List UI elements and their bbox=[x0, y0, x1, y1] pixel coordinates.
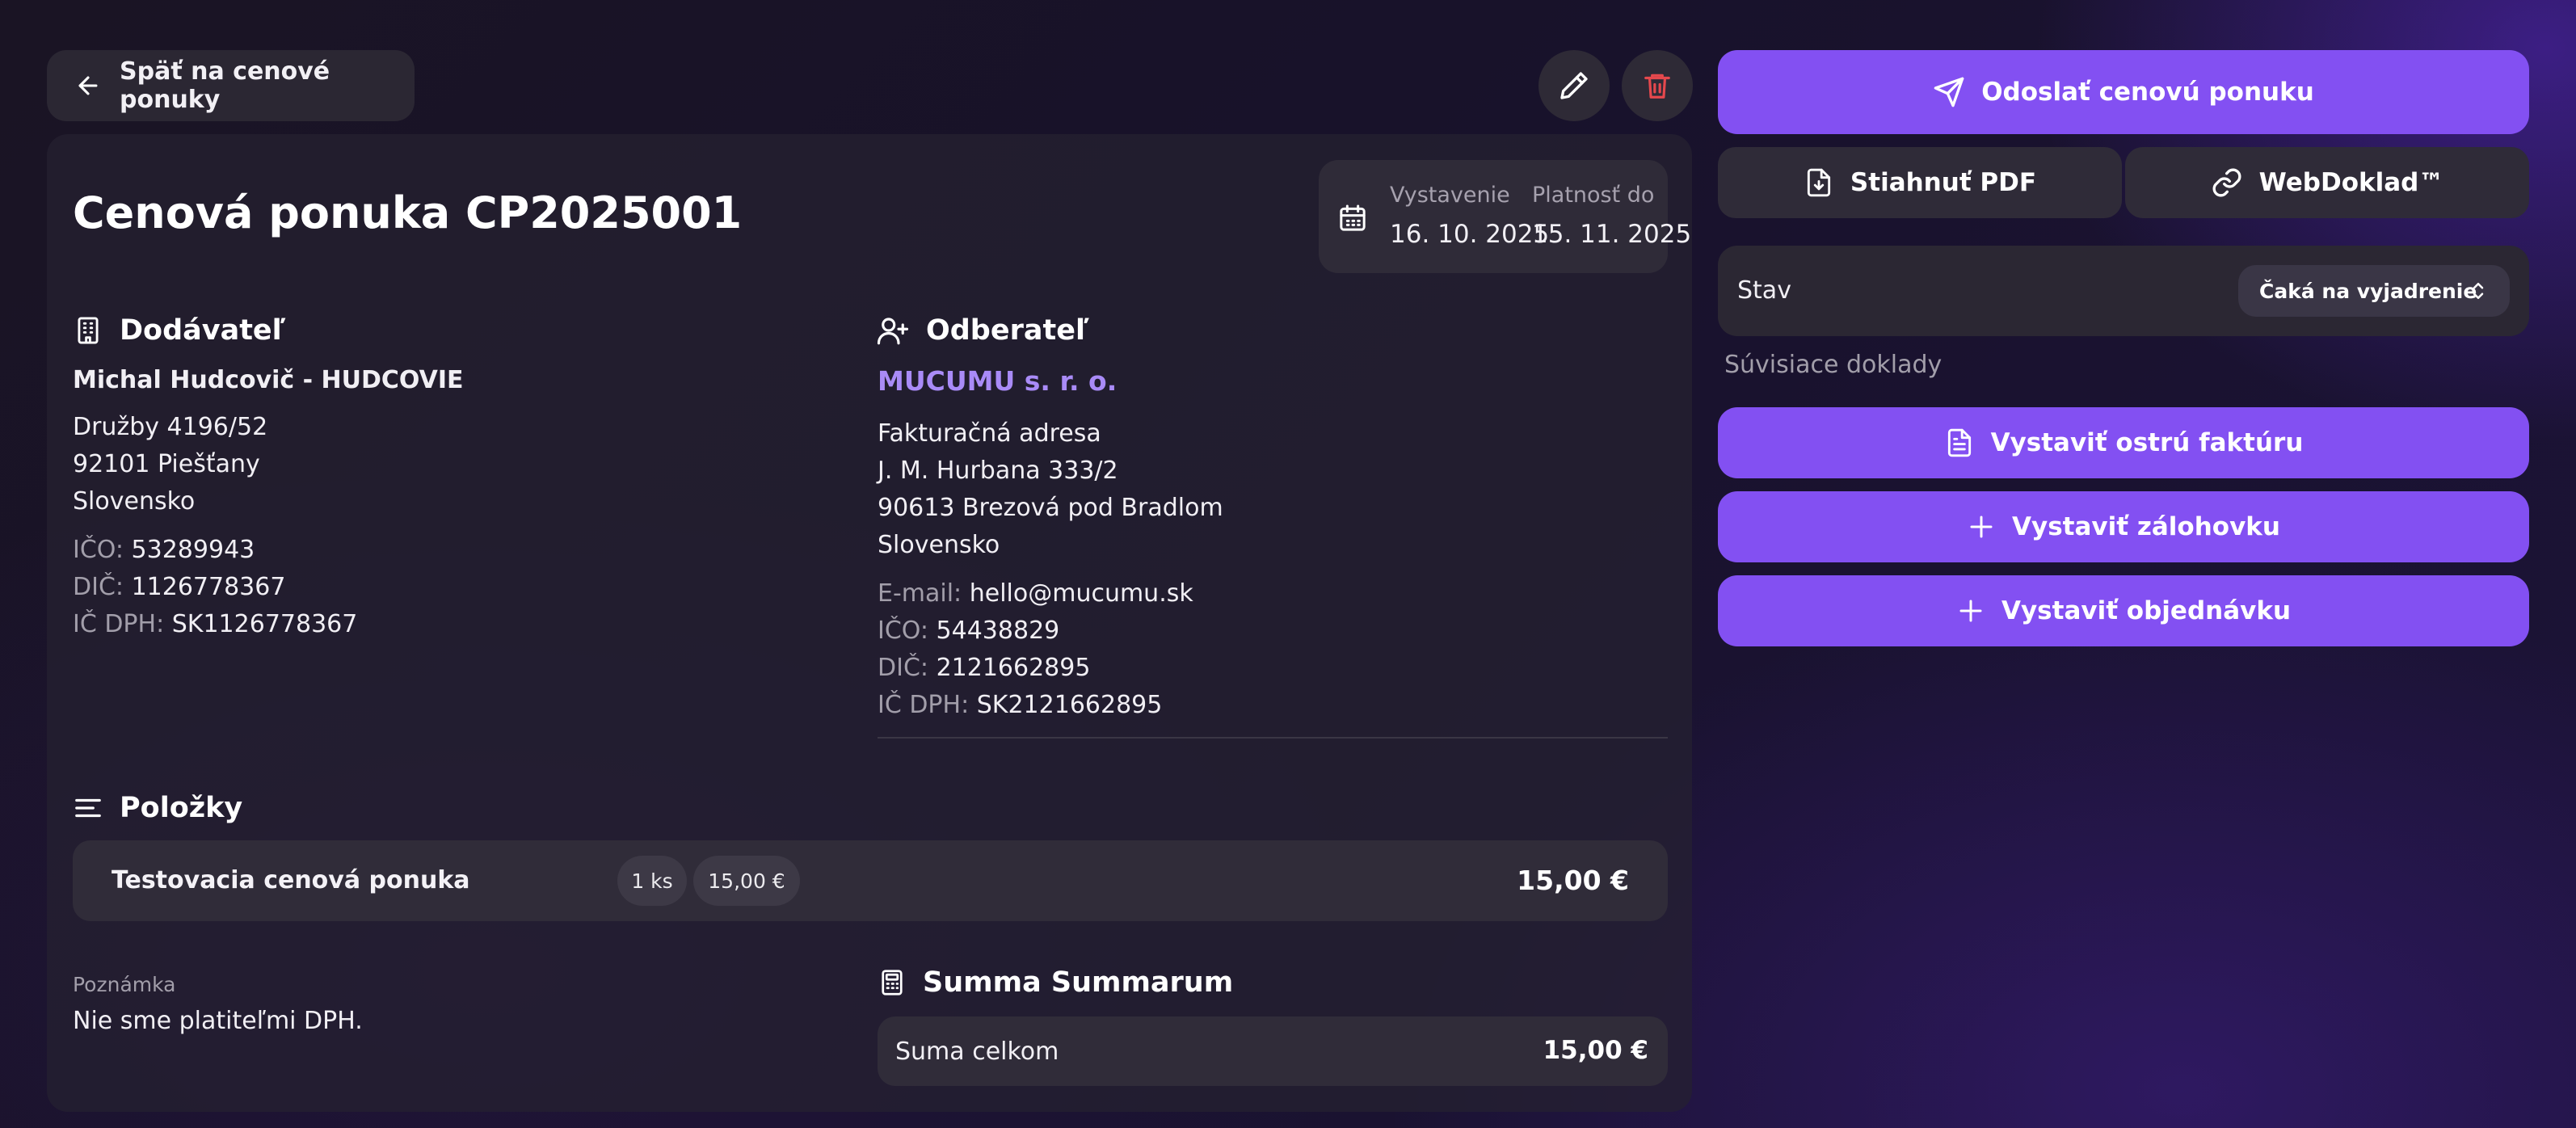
issue-order-label: Vystaviť objednávku bbox=[2001, 596, 2292, 625]
supplier-dic-value: 1126778367 bbox=[131, 573, 286, 601]
customer-heading-label: Odberateľ bbox=[926, 314, 1089, 347]
customer-email-value[interactable]: hello@mucumu.sk bbox=[970, 579, 1193, 608]
customer-ico: IČO: 54438829 bbox=[878, 612, 1059, 650]
download-pdf-label: Stiahnuť PDF bbox=[1850, 168, 2037, 197]
total-value: 15,00 € bbox=[1543, 1036, 1648, 1065]
dates-box bbox=[1319, 160, 1668, 273]
summary-heading: Summa Summarum bbox=[878, 966, 1233, 999]
supplier-city: 92101 Piešťany bbox=[73, 450, 260, 478]
send-quote-label: Odoslať cenovú ponuku bbox=[1981, 78, 2314, 107]
customer-icdph: IČ DPH: SK2121662895 bbox=[878, 687, 1162, 724]
customer-dic-value: 2121662895 bbox=[936, 654, 1091, 682]
customer-email-label: E-mail: bbox=[878, 579, 962, 608]
supplier-icdph-value: SK1126778367 bbox=[171, 610, 358, 638]
issue-invoice-label: Vystaviť ostrú faktúru bbox=[1990, 428, 2304, 457]
billing-address-label: Fakturačná adresa bbox=[878, 419, 1101, 448]
status-label: Stav bbox=[1737, 276, 1791, 305]
customer-dic: DIČ: 2121662895 bbox=[878, 650, 1090, 687]
valid-until-label: Platnosť do bbox=[1532, 183, 1655, 208]
supplier-country: Slovensko bbox=[73, 487, 196, 516]
customer-icdph-label: IČ DPH: bbox=[878, 691, 970, 719]
status-value: Čaká na vyjadrenie bbox=[2259, 279, 2477, 303]
supplier-heading-label: Dodávateľ bbox=[120, 314, 286, 347]
plus-icon bbox=[1956, 596, 1985, 625]
supplier-ico: IČO: 53289943 bbox=[73, 532, 255, 569]
download-pdf-button[interactable]: Stiahnuť PDF bbox=[1718, 147, 2122, 218]
send-quote-button[interactable]: Odoslať cenovú ponuku bbox=[1718, 50, 2529, 134]
summary-heading-label: Summa Summarum bbox=[923, 966, 1234, 999]
document-icon bbox=[1944, 427, 1975, 459]
webdoklad-button[interactable]: WebDoklad™ bbox=[2125, 147, 2529, 218]
valid-until-value: 15. 11. 2025 bbox=[1532, 220, 1692, 249]
item-qty-badge: 1 ks bbox=[617, 856, 687, 906]
customer-ico-label: IČO: bbox=[878, 617, 928, 645]
related-docs-label: Súvisiace doklady bbox=[1724, 351, 1943, 379]
customer-icdph-value: SK2121662895 bbox=[976, 691, 1163, 719]
item-name: Testovacia cenová ponuka bbox=[112, 866, 470, 894]
link-icon bbox=[2211, 166, 2243, 199]
supplier-icdph-label: IČ DPH: bbox=[73, 610, 165, 638]
pencil-icon bbox=[1558, 69, 1590, 102]
items-heading-label: Položky bbox=[120, 792, 243, 824]
chevron-up-down-icon bbox=[2466, 278, 2490, 304]
status-select[interactable]: Čaká na vyjadrenie bbox=[2238, 265, 2510, 317]
back-button-label: Späť na cenové ponuky bbox=[120, 57, 330, 114]
supplier-dic: DIČ: 1126778367 bbox=[73, 569, 285, 606]
issued-label: Vystavenie bbox=[1390, 183, 1510, 208]
supplier-icdph: IČ DPH: SK1126778367 bbox=[73, 606, 357, 643]
item-total: 15,00 € bbox=[1517, 865, 1629, 896]
calculator-icon bbox=[878, 966, 907, 999]
supplier-dic-label: DIČ: bbox=[73, 573, 124, 601]
building-icon bbox=[73, 314, 103, 347]
user-plus-icon bbox=[876, 314, 910, 347]
customer-ico-value: 54438829 bbox=[936, 617, 1060, 645]
customer-name-link[interactable]: MUCUMU s. r. o. bbox=[878, 365, 1117, 397]
customer-dic-label: DIČ: bbox=[878, 654, 929, 682]
issue-order-button[interactable]: Vystaviť objednávku bbox=[1718, 575, 2529, 646]
issued-value: 16. 10. 2025 bbox=[1390, 220, 1550, 249]
supplier-ico-value: 53289943 bbox=[131, 536, 255, 564]
issue-advance-button[interactable]: Vystaviť zálohovku bbox=[1718, 491, 2529, 562]
plus-icon bbox=[1967, 512, 1996, 541]
list-icon bbox=[73, 793, 103, 823]
webdoklad-label: WebDoklad™ bbox=[2258, 168, 2444, 197]
arrow-left-icon bbox=[74, 72, 102, 99]
file-download-icon bbox=[1804, 166, 1834, 199]
supplier-street: Družby 4196/52 bbox=[73, 413, 268, 441]
total-label: Suma celkom bbox=[895, 1038, 1059, 1066]
issue-advance-label: Vystaviť zálohovku bbox=[2012, 512, 2280, 541]
send-icon bbox=[1933, 76, 1965, 108]
trash-icon bbox=[1642, 70, 1673, 101]
delete-button[interactable] bbox=[1622, 50, 1693, 121]
items-heading: Položky bbox=[73, 792, 242, 824]
customer-heading: Odberateľ bbox=[876, 314, 1089, 347]
issue-invoice-button[interactable]: Vystaviť ostrú faktúru bbox=[1718, 407, 2529, 478]
note-text: Nie sme platiteľmi DPH. bbox=[73, 1007, 363, 1035]
customer-email: E-mail: hello@mucumu.sk bbox=[878, 575, 1193, 612]
divider bbox=[878, 737, 1668, 739]
back-to-quotes-button[interactable]: Späť na cenové ponuky bbox=[47, 50, 415, 121]
supplier-name: Michal Hudcovič - HUDCOVIE bbox=[73, 366, 464, 394]
note-label: Poznámka bbox=[73, 973, 176, 996]
page-title: Cenová ponuka CP2025001 bbox=[73, 187, 743, 238]
supplier-heading: Dodávateľ bbox=[73, 314, 285, 347]
customer-city: 90613 Brezová pod Bradlom bbox=[878, 494, 1223, 522]
calendar-icon bbox=[1336, 202, 1369, 234]
customer-street: J. M. Hurbana 333/2 bbox=[878, 457, 1118, 485]
supplier-ico-label: IČO: bbox=[73, 536, 124, 564]
item-unit-price-badge: 15,00 € bbox=[693, 856, 800, 906]
customer-country: Slovensko bbox=[878, 531, 1000, 559]
edit-button[interactable] bbox=[1538, 50, 1610, 121]
